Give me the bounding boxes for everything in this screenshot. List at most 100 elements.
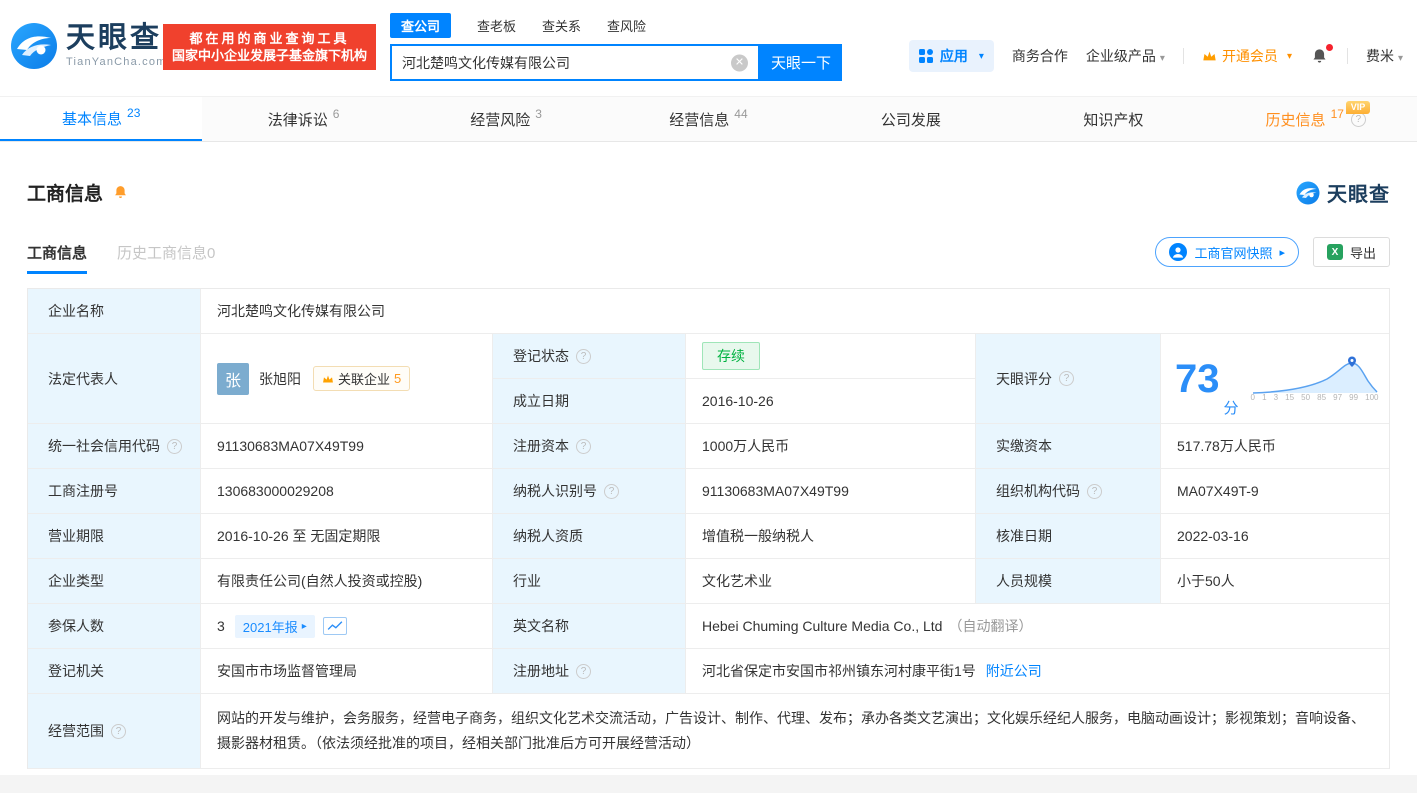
search-tab-risk[interactable]: 查风险 <box>607 16 646 35</box>
nav-open-vip[interactable]: 开通会员 <box>1202 46 1292 66</box>
value-text: 3 <box>217 618 225 634</box>
notifications-bell[interactable] <box>1310 47 1329 66</box>
search-tab-company[interactable]: 查公司 <box>390 13 451 38</box>
label-text: 统一社会信用代码 <box>48 436 160 456</box>
section-title: 工商信息 <box>27 179 103 206</box>
logo-title: 天眼查 <box>66 24 167 53</box>
monitor-bell-icon[interactable] <box>112 184 129 201</box>
subtab-history-business-info[interactable]: 历史工商信息0 <box>117 242 215 274</box>
label-text: 人员规模 <box>996 571 1052 591</box>
clear-search-icon[interactable] <box>731 54 748 71</box>
value-text: 91130683MA07X49T99 <box>217 438 364 454</box>
tab-history-info[interactable]: VIP 历史信息 17 <box>1215 97 1417 141</box>
reg-authority-value: 安国市市场监督管理局 <box>201 649 493 694</box>
official-snapshot-button[interactable]: 工商官网快照 <box>1155 237 1299 267</box>
help-icon[interactable] <box>1059 371 1074 386</box>
nav-cooperation[interactable]: 商务合作 <box>1012 46 1068 66</box>
tab-label: 历史信息 <box>1266 109 1326 130</box>
user-menu[interactable]: 费米 <box>1366 46 1403 66</box>
establish-date-label: 成立日期 <box>493 379 686 424</box>
legal-rep-label: 法定代表人 <box>28 334 201 424</box>
value-text: 有限责任公司(自然人投资或控股) <box>217 571 422 591</box>
tab-operating-risk[interactable]: 经营风险 3 <box>405 97 607 141</box>
axis-tick: 15 <box>1285 393 1294 402</box>
value-text: 小于50人 <box>1177 571 1235 591</box>
credit-code-label: 统一社会信用代码 <box>28 424 201 469</box>
english-name-value: Hebei Chuming Culture Media Co., Ltd （自动… <box>686 604 1389 649</box>
label-text: 工商注册号 <box>48 481 118 501</box>
tab-operating-info[interactable]: 经营信息 44 <box>607 97 809 141</box>
top-navigation: 应用 商务合作 企业级产品 开通会员 费米 <box>909 40 1403 72</box>
help-icon[interactable] <box>576 664 591 679</box>
establish-date-value: 2016-10-26 <box>686 379 976 424</box>
legal-rep-value: 张 张旭阳 关联企业 5 <box>201 334 493 424</box>
page-bottom-strip <box>0 775 1417 793</box>
related-label: 关联企业 <box>338 369 390 388</box>
tab-intellectual-property[interactable]: 知识产权 <box>1012 97 1214 141</box>
search-tab-relation[interactable]: 查关系 <box>542 16 581 35</box>
subtab-count: 0 <box>207 245 215 262</box>
search-input[interactable] <box>402 55 726 71</box>
nearby-companies-link[interactable]: 附近公司 <box>986 661 1042 681</box>
tax-id-value: 91130683MA07X49T99 <box>686 469 976 514</box>
label-text: 英文名称 <box>513 616 569 636</box>
paid-capital-value: 517.78万人民币 <box>1161 424 1389 469</box>
tab-count: 6 <box>333 107 340 121</box>
reg-capital-value: 1000万人民币 <box>686 424 976 469</box>
value-text: 517.78万人民币 <box>1177 436 1276 456</box>
grid-icon <box>919 49 933 63</box>
subtab-label: 历史工商信息 <box>117 245 207 262</box>
tianyancha-logo-icon <box>10 22 58 70</box>
trend-chart-icon[interactable] <box>323 617 347 635</box>
promo-line1: 都在用的商业查询工具 <box>172 30 367 47</box>
tab-company-development[interactable]: 公司发展 <box>810 97 1012 141</box>
axis-tick: 85 <box>1317 393 1326 402</box>
section-header: 工商信息 天眼查 <box>27 178 1390 207</box>
search-tab-boss[interactable]: 查老板 <box>477 16 516 35</box>
tab-label: 基本信息 <box>62 108 122 129</box>
org-code-label: 组织机构代码 <box>976 469 1161 514</box>
value-text: Hebei Chuming Culture Media Co., Ltd <box>702 618 942 634</box>
related-companies-badge[interactable]: 关联企业 5 <box>313 366 410 391</box>
watermark-text: 天眼查 <box>1327 178 1390 207</box>
score-number: 73 <box>1175 359 1220 399</box>
tianyancha-logo[interactable]: 天眼查 TianYanCha.com <box>10 22 167 70</box>
label-text: 纳税人资质 <box>513 526 583 546</box>
apps-menu[interactable]: 应用 <box>909 40 994 72</box>
help-icon[interactable] <box>111 724 126 739</box>
value-text: 2016-10-26 <box>702 393 774 409</box>
label-text: 成立日期 <box>513 391 569 411</box>
crown-icon <box>1202 50 1217 62</box>
axis-tick: 99 <box>1349 393 1358 402</box>
value-text: 河北省保定市安国市祁州镇东河村康平街1号 <box>702 661 976 681</box>
label-text: 营业期限 <box>48 526 104 546</box>
search-button[interactable]: 天眼一下 <box>760 44 842 81</box>
subtab-row: 工商信息 历史工商信息0 工商官网快照 导出 <box>27 237 1390 274</box>
subtab-business-info[interactable]: 工商信息 <box>27 242 87 274</box>
help-icon[interactable] <box>576 349 591 364</box>
export-label: 导出 <box>1350 243 1376 262</box>
legal-rep-avatar[interactable]: 张 <box>217 363 249 395</box>
label-text: 经营范围 <box>48 721 104 741</box>
help-icon[interactable] <box>167 439 182 454</box>
tab-legal-proceedings[interactable]: 法律诉讼 6 <box>202 97 404 141</box>
label-text: 企业名称 <box>48 301 104 321</box>
taxpayer-quality-value: 增值税一般纳税人 <box>686 514 976 559</box>
legal-rep-name[interactable]: 张旭阳 <box>259 369 301 389</box>
value-text: 网站的开发与维护，会务服务，经营电子商务，组织文化艺术交流活动，广告设计、制作、… <box>217 710 1365 751</box>
tab-basic-info[interactable]: 基本信息 23 <box>0 97 202 141</box>
nav-divider <box>1183 48 1184 64</box>
industry-label: 行业 <box>493 559 686 604</box>
annual-report-chip[interactable]: 2021年报 <box>235 615 315 638</box>
axis-tick: 97 <box>1333 393 1342 402</box>
label-text: 注册地址 <box>513 661 569 681</box>
export-button[interactable]: 导出 <box>1313 237 1390 267</box>
staff-size-value: 小于50人 <box>1161 559 1389 604</box>
help-icon[interactable] <box>1087 484 1102 499</box>
reg-authority-label: 登记机关 <box>28 649 201 694</box>
help-icon[interactable] <box>604 484 619 499</box>
nav-enterprise-products[interactable]: 企业级产品 <box>1086 46 1165 66</box>
value-text: 安国市市场监督管理局 <box>217 661 357 681</box>
industry-value: 文化艺术业 <box>686 559 976 604</box>
help-icon[interactable] <box>576 439 591 454</box>
